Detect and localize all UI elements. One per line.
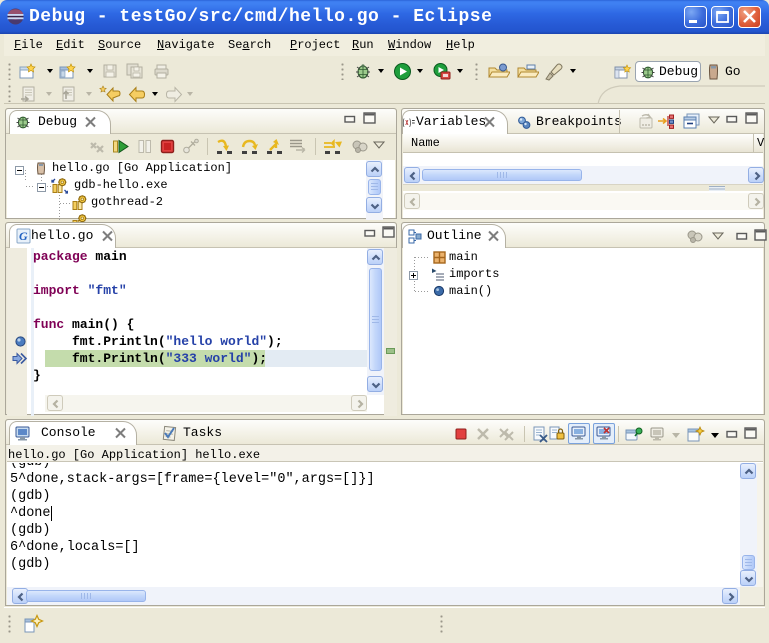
svg-text:G: G (19, 229, 28, 243)
svg-text:(x)=: (x)= (402, 118, 415, 128)
